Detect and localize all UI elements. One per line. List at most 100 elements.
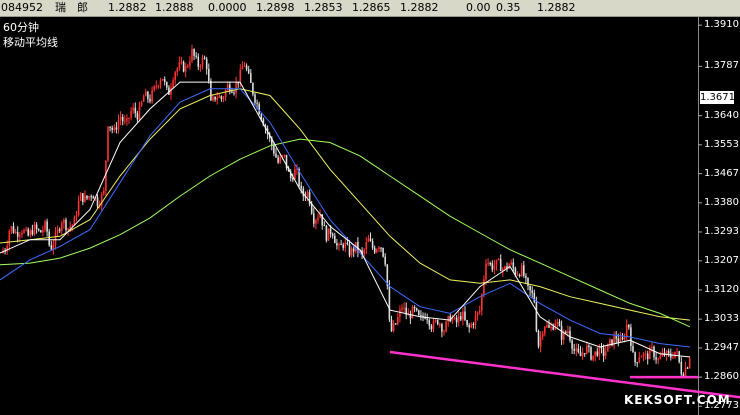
candle-body bbox=[590, 347, 592, 360]
candle-body bbox=[546, 325, 548, 327]
candle-body bbox=[195, 55, 197, 57]
candle-body bbox=[640, 356, 643, 358]
candle-body bbox=[174, 72, 176, 81]
candle-body bbox=[199, 66, 202, 68]
candle-body bbox=[378, 247, 380, 250]
candle-body bbox=[161, 79, 164, 81]
candle-body bbox=[596, 351, 599, 356]
current-price-marker: 1.3671 bbox=[700, 91, 735, 104]
candle-body bbox=[531, 290, 533, 293]
candle-body bbox=[462, 311, 464, 320]
candle-body bbox=[153, 86, 155, 91]
candle-body bbox=[453, 317, 456, 319]
candle-body bbox=[121, 117, 124, 122]
candle-body bbox=[294, 169, 296, 180]
candle-body bbox=[178, 62, 181, 69]
candle-body bbox=[67, 228, 69, 231]
candle-body bbox=[182, 61, 185, 72]
price-tick-label: 1.3033 bbox=[704, 313, 739, 325]
candle-body bbox=[432, 321, 435, 330]
candle-body bbox=[617, 338, 620, 342]
candle-body bbox=[390, 319, 393, 332]
candle-body bbox=[191, 49, 193, 62]
candle-body bbox=[300, 185, 302, 189]
candle-body bbox=[231, 91, 233, 93]
candle-body bbox=[109, 126, 111, 128]
candle-body bbox=[512, 262, 515, 269]
candle-body bbox=[111, 127, 113, 131]
candle-body bbox=[193, 49, 195, 56]
candle-body bbox=[130, 110, 132, 118]
candle-body bbox=[384, 256, 386, 265]
candle-body bbox=[434, 320, 437, 322]
candle-body bbox=[243, 65, 246, 67]
price-tick-label: 1.3553 bbox=[704, 138, 739, 150]
candle-body bbox=[140, 101, 143, 106]
candle-body bbox=[363, 249, 365, 255]
candle-body bbox=[25, 229, 27, 231]
candle-body bbox=[485, 263, 487, 280]
candle-body bbox=[65, 219, 67, 231]
candle-body bbox=[680, 361, 683, 375]
candle-body bbox=[403, 307, 405, 309]
candle-body bbox=[674, 351, 676, 358]
quote-field: 0.35 bbox=[496, 1, 521, 14]
moving-average-line bbox=[0, 138, 691, 328]
candle-body bbox=[73, 217, 76, 225]
quote-field: 1.2853 bbox=[304, 1, 343, 14]
quote-bar: 084952 瑞 郎 1.2882 1.2888 0.0000 1.2898 1… bbox=[0, 0, 740, 17]
price-chart[interactable] bbox=[0, 17, 740, 415]
candle-body bbox=[657, 358, 659, 360]
moving-average-line bbox=[0, 88, 691, 321]
support-trendline bbox=[389, 350, 740, 399]
candle-body bbox=[313, 213, 315, 224]
candle-body bbox=[147, 91, 149, 99]
price-tick-label: 1.3293 bbox=[704, 225, 739, 237]
candle-body bbox=[552, 327, 554, 330]
candle-body bbox=[373, 247, 376, 253]
candle-body bbox=[520, 265, 523, 276]
price-tick-label: 1.3787 bbox=[704, 60, 739, 72]
candle-body bbox=[535, 301, 538, 331]
candle-body bbox=[222, 97, 225, 99]
price-tick-label: 1.3207 bbox=[704, 254, 739, 266]
candle-body bbox=[670, 353, 672, 358]
candle-body bbox=[115, 127, 118, 130]
candle-body bbox=[430, 325, 433, 330]
candle-body bbox=[399, 309, 401, 318]
quote-field: 1.2888 bbox=[155, 1, 194, 14]
price-tick-label: 1.3467 bbox=[704, 167, 739, 179]
candle-body bbox=[283, 154, 286, 156]
quote-field: 0.00 bbox=[466, 1, 491, 14]
candle-body bbox=[33, 224, 36, 235]
candle-body bbox=[476, 312, 479, 316]
candle-body bbox=[646, 353, 649, 360]
candle-body bbox=[581, 353, 584, 357]
candle-body bbox=[644, 353, 647, 355]
candle-body bbox=[583, 353, 586, 355]
candle-body bbox=[619, 337, 622, 342]
candle-body bbox=[50, 245, 53, 250]
candle-body bbox=[457, 316, 460, 323]
candle-body bbox=[126, 118, 128, 121]
candle-body bbox=[394, 323, 397, 325]
candle-body bbox=[273, 145, 275, 154]
candle-body bbox=[436, 320, 439, 325]
candle-body bbox=[575, 348, 578, 351]
candle-body bbox=[487, 263, 489, 265]
candle-body bbox=[499, 259, 502, 272]
candle-body bbox=[655, 357, 657, 360]
candle-body bbox=[23, 230, 25, 233]
candle-body bbox=[489, 263, 491, 265]
chart-window: 084952 瑞 郎 1.2882 1.2888 0.0000 1.2898 1… bbox=[0, 0, 740, 415]
candle-body bbox=[548, 325, 550, 328]
candle-body bbox=[478, 310, 481, 313]
candle-body bbox=[256, 102, 258, 104]
price-tick-label: 1.2947 bbox=[704, 341, 739, 353]
candle-body bbox=[676, 351, 678, 353]
candle-body bbox=[113, 127, 116, 131]
candle-body bbox=[103, 190, 105, 195]
candle-body bbox=[176, 68, 179, 73]
watermark: KEKSOFT.COM bbox=[624, 393, 731, 407]
candle-body bbox=[579, 352, 582, 357]
